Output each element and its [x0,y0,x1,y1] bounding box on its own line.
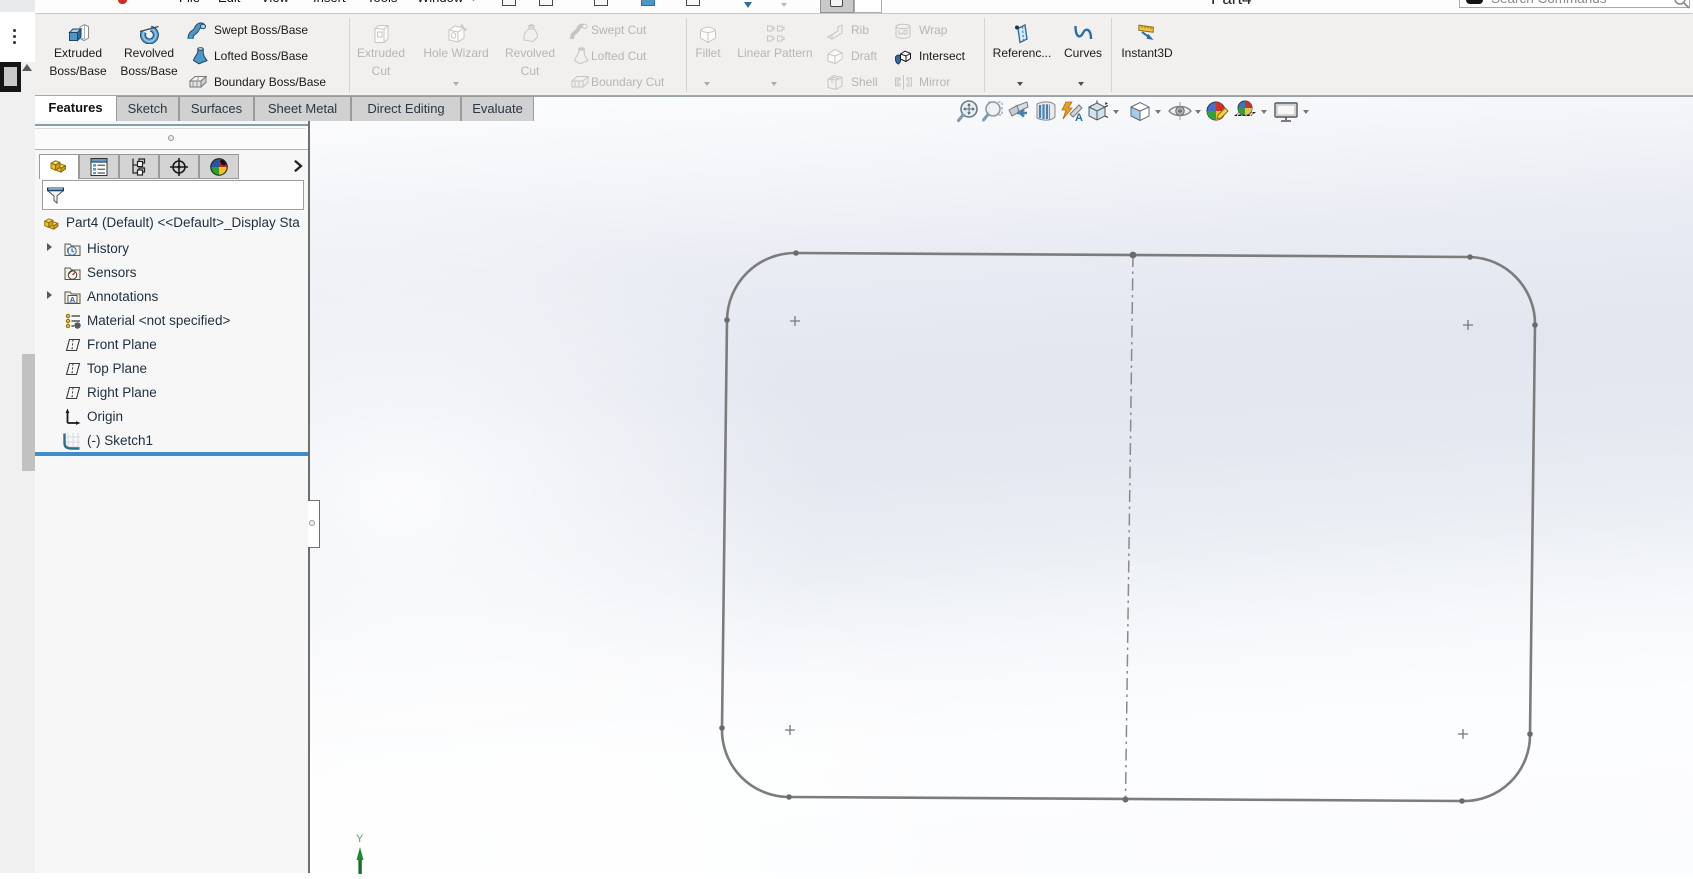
svg-text:A: A [70,295,76,304]
svg-text:Y: Y [356,833,364,845]
svg-text:A: A [1075,112,1083,124]
